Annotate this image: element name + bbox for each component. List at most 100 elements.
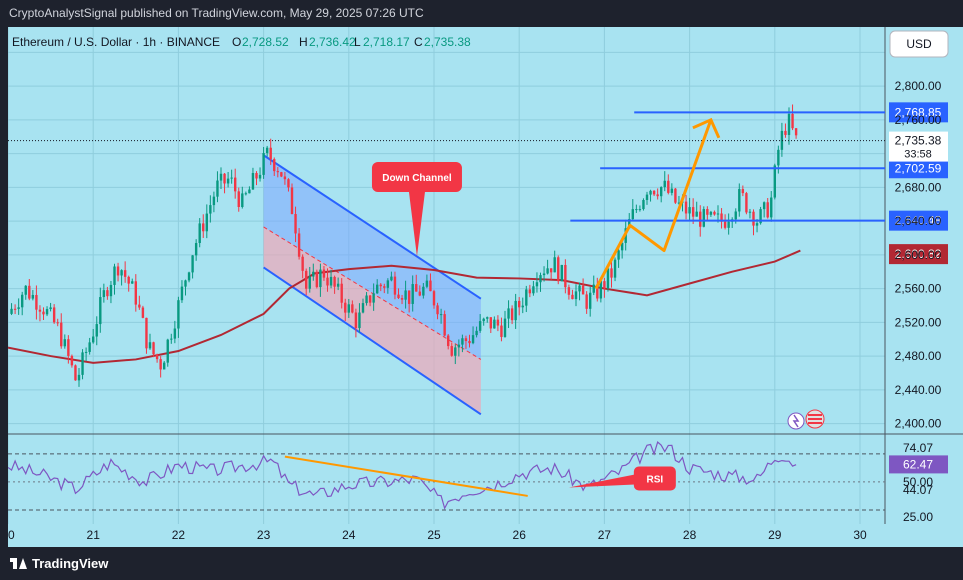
candle-body [532, 286, 535, 294]
candle-body [429, 280, 432, 292]
candle-body [773, 165, 776, 198]
time-tick-label: 28 [683, 528, 697, 542]
currency-label[interactable]: USD [906, 37, 932, 51]
candle-body [539, 275, 542, 283]
candle-body [24, 285, 27, 295]
time-tick-label: 23 [257, 528, 271, 542]
level-label: 2,702.59 [895, 161, 942, 175]
candle-body [613, 259, 617, 278]
candle-body [493, 319, 496, 329]
candle-body [67, 339, 70, 356]
candle-body [294, 214, 297, 234]
rsi-tick-label: 25.00 [903, 510, 933, 524]
candle-body [745, 193, 748, 213]
rsi-pane: RSI [7, 440, 885, 511]
time-tick-label: 30 [853, 528, 867, 542]
candle-body [141, 307, 145, 318]
candle-body [510, 308, 514, 321]
candle-body [187, 272, 191, 281]
candle-body [549, 268, 553, 273]
candle-body [436, 305, 439, 315]
flag-stripe [808, 418, 822, 420]
candle-body [166, 339, 169, 363]
candle-body [113, 266, 116, 285]
candle-body [695, 211, 698, 217]
candle-body [702, 209, 705, 227]
candle-body [354, 312, 358, 329]
candle-body [617, 250, 620, 260]
candle-body [329, 276, 333, 286]
tradingview-logo[interactable]: TradingView [10, 556, 108, 571]
candle-body [81, 352, 84, 375]
candle-body [102, 290, 106, 298]
candle-body [738, 189, 741, 212]
candle-body [312, 271, 315, 277]
candle-body [205, 213, 208, 232]
candle-body [706, 209, 709, 215]
candle-body [652, 190, 656, 195]
currency-button[interactable]: USD [889, 30, 949, 58]
candle-body [280, 172, 283, 177]
candle-body [400, 298, 404, 300]
high-value: 2,736.42 [309, 35, 356, 49]
candle-body [209, 205, 212, 214]
candle-body [585, 294, 588, 309]
candle-body [120, 270, 123, 276]
candle-body [358, 312, 361, 329]
time-tick-label: 22 [172, 528, 186, 542]
candle-body [28, 285, 31, 299]
candle-body [38, 309, 42, 312]
candle-body [784, 130, 787, 135]
candle-body [159, 359, 162, 370]
candle-body [457, 344, 461, 348]
price-tick-label: 2,640.00 [895, 214, 942, 228]
candle-body [56, 322, 59, 324]
open-label: O [232, 35, 241, 49]
down-channel-callout-label: Down Channel [382, 173, 452, 184]
candle-body [191, 255, 194, 273]
candle-body [315, 271, 319, 288]
event-icons[interactable] [787, 409, 825, 430]
candle-body [564, 264, 567, 288]
candle-body [379, 284, 382, 287]
candle-body [471, 335, 475, 344]
candle-body [88, 342, 91, 352]
rsi-callout-label: RSI [647, 475, 664, 486]
tradingview-logo-text: TradingView [32, 556, 109, 571]
candle-body [439, 314, 443, 316]
candle-body [308, 276, 311, 289]
candle-body [482, 318, 485, 322]
candle-body [656, 194, 659, 197]
candle-body [265, 147, 269, 154]
candle-body [322, 269, 326, 278]
candle-body [131, 281, 134, 284]
candle-body [649, 190, 652, 195]
candle-body [134, 281, 137, 305]
candle-body [170, 338, 173, 340]
candle-body [70, 355, 74, 366]
price-tick-label: 2,520.00 [895, 315, 942, 329]
candle-body [333, 276, 336, 287]
candle-body [226, 178, 230, 184]
candle-body [35, 294, 38, 310]
candle-body [557, 257, 560, 282]
grid [7, 27, 963, 524]
candle-body [507, 308, 510, 319]
candle-body [713, 211, 716, 215]
candle-body [571, 294, 574, 300]
candle-body [49, 307, 52, 310]
candle-body [635, 209, 638, 211]
candle-body [518, 300, 521, 308]
candle-body [606, 268, 610, 289]
high-label: H [299, 35, 308, 49]
chart-svg[interactable]: 2,768.852,702.592,640.482,600.82 Down Ch… [1, 27, 963, 547]
candle-body [74, 365, 77, 381]
candle-body [273, 159, 276, 172]
candle-body [31, 294, 35, 299]
candle-body [645, 194, 649, 200]
candle-body [642, 199, 645, 210]
candle-body [684, 201, 688, 214]
price-tick-label: 2,760.00 [895, 113, 942, 127]
candle-body [581, 285, 585, 295]
candle-body [77, 374, 81, 381]
